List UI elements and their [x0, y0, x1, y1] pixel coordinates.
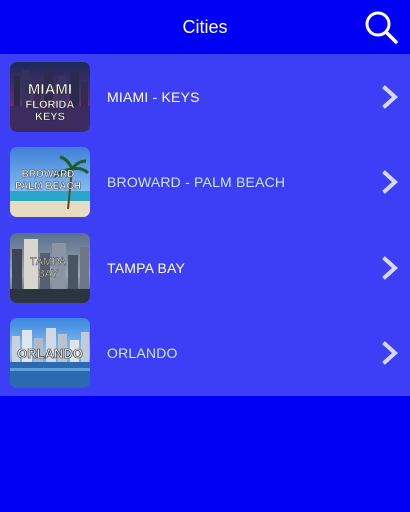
broward-thumb-text-2: PALM BEACH: [15, 181, 81, 192]
tampa-thumb-text-1: TAMPA: [30, 256, 67, 268]
miami-thumb-text-2: FLORIDA: [26, 99, 75, 111]
orlando-thumb-text-1: ORLANDO: [17, 346, 83, 361]
list-item-label: BROWARD - PALM BEACH: [107, 174, 286, 191]
list-item-broward-palm-beach[interactable]: BROWARD PALM BEACH BROWARD - PALM BEACH: [0, 140, 410, 226]
list-item-miami-keys[interactable]: MIAMI FLORIDA KEYS MIAMI - KEYS: [0, 54, 410, 140]
broward-thumb-text-1: BROWARD: [22, 169, 75, 180]
list-item-tampa-bay[interactable]: TAMPA BAY TAMPA BAY: [0, 225, 410, 311]
chevron-right-icon: [382, 341, 398, 366]
list-item-orlando[interactable]: ORLANDO ORLANDO: [0, 311, 410, 397]
miami-thumb-text-1: MIAMI: [28, 81, 72, 98]
chevron-right-icon: [382, 170, 398, 195]
list-item-label: TAMPA BAY: [107, 259, 186, 276]
list-item-label: MIAMI - KEYS: [107, 88, 200, 105]
miami-thumb-text-3: KEYS: [35, 111, 65, 123]
city-list: MIAMI FLORIDA KEYS MIAMI - KEYS BROWARD …: [0, 54, 410, 396]
broward-palm-beach-thumbnail: BROWARD PALM BEACH: [10, 147, 90, 218]
chevron-right-icon: [382, 84, 398, 109]
list-item-label: ORLANDO: [107, 345, 178, 362]
app-bar: Cities: [0, 0, 410, 54]
tampa-thumb-text-2: BAY: [37, 268, 59, 280]
miami-keys-thumbnail: MIAMI FLORIDA KEYS: [10, 61, 90, 132]
orlando-thumbnail: ORLANDO: [10, 318, 90, 389]
chevron-right-icon: [382, 255, 398, 280]
search-button[interactable]: [362, 8, 400, 46]
tampa-bay-thumbnail: TAMPA BAY: [10, 232, 90, 303]
search-icon: [365, 11, 398, 44]
page-title: Cities: [182, 16, 228, 37]
